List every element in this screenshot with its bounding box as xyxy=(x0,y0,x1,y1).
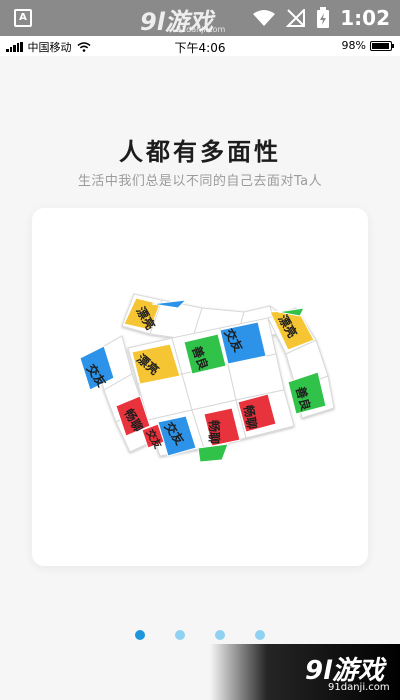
corner-watermark: 9l游戏 91danji.com xyxy=(210,644,400,700)
ios-status-bar: 中国移动 下午4:06 98% xyxy=(0,36,400,56)
watermark-url: 91danji.com xyxy=(176,25,226,34)
battery-charging-icon xyxy=(317,7,330,28)
illustration-card: 漂亮 漂亮 漂亮 交友 善良 交友 畅聊 交友 畅聊 畅聊 善良 交友 xyxy=(32,208,368,566)
rubiks-cube-illustration: 漂亮 漂亮 漂亮 交友 善良 交友 畅聊 交友 畅聊 畅聊 善良 交友 xyxy=(79,293,335,463)
page-dot[interactable] xyxy=(215,630,225,640)
cube-label: 畅聊 xyxy=(207,420,222,444)
android-status-bar: A 9l游戏 91danji.com 1:02 xyxy=(0,0,400,36)
wifi-icon xyxy=(253,10,276,26)
app-notification-icon: A xyxy=(14,9,32,27)
battery-icon xyxy=(370,40,394,51)
android-time: 1:02 xyxy=(340,6,390,30)
page-dot[interactable] xyxy=(135,630,145,640)
battery-percent: 98% xyxy=(341,39,366,52)
no-signal-icon xyxy=(286,9,306,27)
page-title: 人都有多面性 xyxy=(119,138,281,166)
page-subtitle: 生活中我们总是以不同的自己去面对Ta人 xyxy=(77,174,323,189)
ios-time: 下午4:06 xyxy=(174,41,226,55)
page-dot[interactable] xyxy=(255,630,265,640)
corner-watermark-url: 91danji.com xyxy=(328,682,390,693)
page-dot[interactable] xyxy=(175,630,185,640)
page-indicator[interactable] xyxy=(0,630,400,640)
